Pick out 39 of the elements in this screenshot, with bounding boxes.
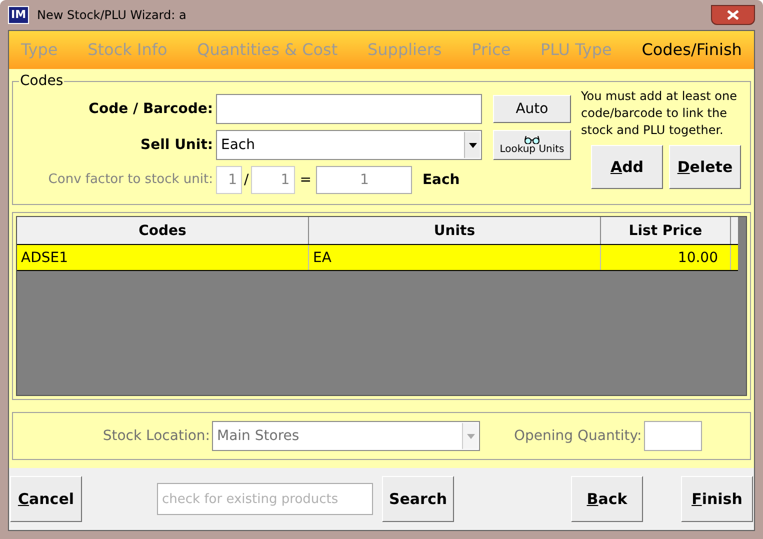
- conv-result[interactable]: 1: [316, 166, 412, 194]
- field-label: Opening Quantity:: [514, 426, 642, 446]
- field-label: Stock Location:: [102, 426, 210, 446]
- conv-denominator[interactable]: 1: [250, 166, 295, 194]
- back-button[interactable]: Back: [571, 476, 643, 522]
- column-header[interactable]: List Price: [601, 217, 731, 244]
- finish-button[interactable]: Finish: [681, 476, 753, 522]
- wizard-tab[interactable]: Codes/Finish: [642, 38, 742, 62]
- close-button[interactable]: [711, 5, 755, 25]
- lookup-units-button[interactable]: Lookup Units: [493, 130, 571, 160]
- field-label: Sell Unit:: [140, 136, 213, 154]
- code-input[interactable]: [216, 94, 482, 124]
- add-button[interactable]: Add: [591, 145, 663, 189]
- opening-quantity-input[interactable]: [644, 421, 702, 451]
- column-header[interactable]: Units: [309, 217, 601, 244]
- field-label: Conv factor to stock unit:: [47, 171, 213, 190]
- hint-text: You must add at least one code/barcode to link the stock and PLU together.: [581, 88, 738, 139]
- caret-icon: [466, 434, 474, 438]
- field-label: Code / Barcode:: [88, 100, 213, 118]
- equals-sign: =: [300, 170, 312, 190]
- auto-button[interactable]: Auto: [493, 95, 571, 123]
- app-logo: IM: [8, 6, 30, 24]
- search-field[interactable]: check for existing products: [157, 483, 373, 515]
- conv-numerator[interactable]: 1: [216, 166, 242, 194]
- unit-label: Each: [422, 170, 460, 190]
- table-cell: EA: [309, 245, 601, 270]
- window-title: New Stock/PLU Wizard: a: [37, 7, 186, 24]
- delete-button[interactable]: Delete: [669, 145, 741, 189]
- table-cell: 10.00: [601, 245, 731, 270]
- close-icon: [727, 10, 739, 20]
- sell-unit-dropdown[interactable]: Each: [216, 130, 482, 160]
- cancel-button[interactable]: Cancel: [10, 476, 82, 522]
- caret-icon: [468, 142, 476, 148]
- table-cell: ADSE1: [17, 245, 309, 270]
- glasses-icon: [524, 136, 540, 144]
- slash: /: [244, 170, 249, 190]
- column-header[interactable]: Codes: [17, 217, 309, 244]
- table-row[interactable]: ADSE1 EA 10.00: [17, 245, 738, 271]
- search-button[interactable]: Search: [382, 476, 454, 522]
